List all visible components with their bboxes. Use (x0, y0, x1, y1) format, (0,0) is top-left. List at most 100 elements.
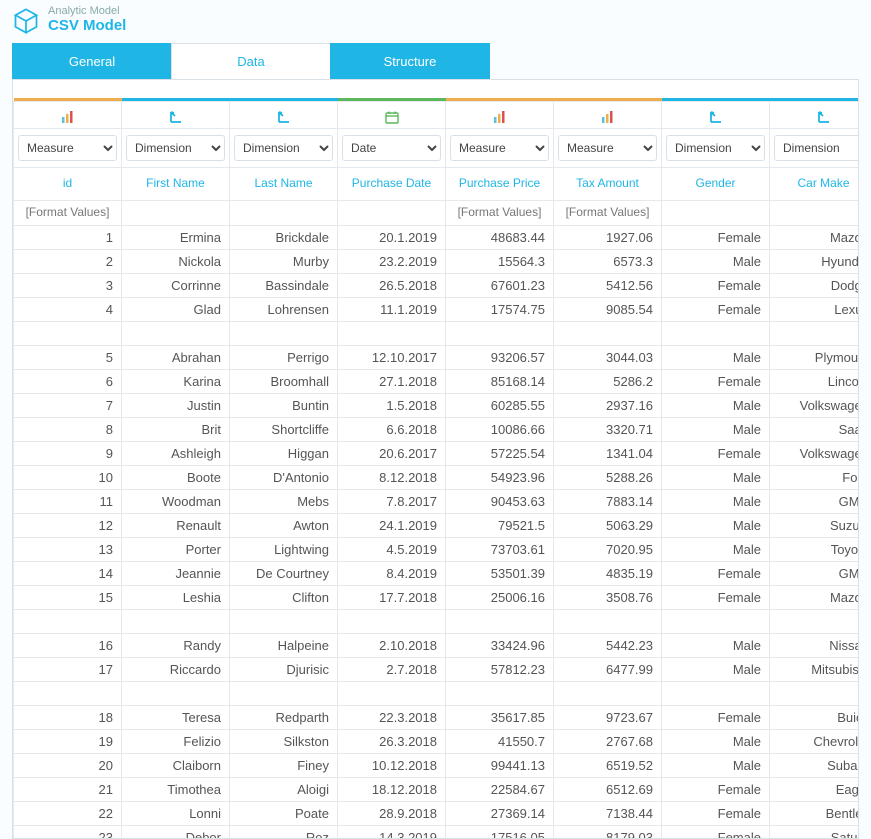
column-name[interactable]: Car Make (770, 168, 860, 201)
cell: 9723.67 (554, 706, 662, 730)
cell: Female (662, 778, 770, 802)
cell: Volkswagen (770, 394, 860, 418)
table-row[interactable]: 10BooteD'Antonio8.12.201854923.965288.26… (14, 466, 860, 490)
tab-structure[interactable]: Structure (330, 43, 490, 79)
cell: 11.1.2019 (338, 298, 446, 322)
cell: Perrigo (230, 346, 338, 370)
table-row[interactable]: 18TeresaRedparth22.3.201835617.859723.67… (14, 706, 860, 730)
cell: 2 (14, 250, 122, 274)
format-values (770, 201, 860, 226)
model-subtitle: Analytic Model (48, 6, 126, 17)
column-type-select[interactable]: MeasureDimensionDate (774, 135, 859, 161)
cell: Female (662, 706, 770, 730)
cell: Aloigi (230, 778, 338, 802)
cell: Mazda (770, 226, 860, 250)
cell: 1927.06 (554, 226, 662, 250)
table-row[interactable]: 15LeshiaClifton17.7.201825006.163508.76F… (14, 586, 860, 610)
cell: Lincoln (770, 370, 860, 394)
cell: 7883.14 (554, 490, 662, 514)
table-row[interactable]: 19FelizioSilkston26.3.201841550.72767.68… (14, 730, 860, 754)
cell: 9 (14, 442, 122, 466)
cell: Higgan (230, 442, 338, 466)
cell: 14 (14, 562, 122, 586)
cell: Female (662, 370, 770, 394)
cell: 2937.16 (554, 394, 662, 418)
column-type-select[interactable]: MeasureDimensionDate (234, 135, 333, 161)
cell: 3508.76 (554, 586, 662, 610)
column-type-select[interactable]: MeasureDimensionDate (450, 135, 549, 161)
table-row[interactable]: 16RandyHalpeine2.10.201833424.965442.23M… (14, 634, 860, 658)
cell: Corrinne (122, 274, 230, 298)
cell: 20.6.2017 (338, 442, 446, 466)
cell: Male (662, 346, 770, 370)
column-name[interactable]: Last Name (230, 168, 338, 201)
cell: 10 (14, 466, 122, 490)
cell: 10086.66 (446, 418, 554, 442)
format-values[interactable]: [Format Values] (14, 201, 122, 226)
column-name[interactable]: Purchase Date (338, 168, 446, 201)
cell: Leshia (122, 586, 230, 610)
cell: Male (662, 538, 770, 562)
cell: 22584.67 (446, 778, 554, 802)
cell: 53501.39 (446, 562, 554, 586)
cell: Porter (122, 538, 230, 562)
cell: 17.7.2018 (338, 586, 446, 610)
column-type-select[interactable]: MeasureDimensionDate (342, 135, 441, 161)
column-type-select[interactable]: MeasureDimensionDate (558, 135, 657, 161)
cell: Male (662, 514, 770, 538)
table-row[interactable]: 20ClaibornFiney10.12.201899441.136519.52… (14, 754, 860, 778)
cell: Djurisic (230, 658, 338, 682)
format-values (662, 201, 770, 226)
date-icon (338, 102, 446, 129)
model-title: CSV Model (48, 17, 126, 35)
column-name[interactable]: id (14, 168, 122, 201)
column-name[interactable]: Tax Amount (554, 168, 662, 201)
cell: Hyundai (770, 250, 860, 274)
column-type-select[interactable]: MeasureDimensionDate (666, 135, 765, 161)
table-row[interactable]: 4GladLohrensen11.1.201917574.759085.54Fe… (14, 298, 860, 322)
table-row[interactable]: 2NickolaMurby23.2.201915564.36573.3MaleH… (14, 250, 860, 274)
table-row[interactable]: 12RenaultAwton24.1.201979521.55063.29Mal… (14, 514, 860, 538)
table-row[interactable]: 11WoodmanMebs7.8.201790453.637883.14Male… (14, 490, 860, 514)
cell: Randy (122, 634, 230, 658)
format-values (230, 201, 338, 226)
tab-data[interactable]: Data (171, 43, 331, 79)
table-row[interactable]: 5AbrahanPerrigo12.10.201793206.573044.03… (14, 346, 860, 370)
column-name[interactable]: First Name (122, 168, 230, 201)
cell: 22 (14, 802, 122, 826)
tab-general[interactable]: General (12, 43, 172, 79)
cell: Awton (230, 514, 338, 538)
table-row[interactable]: 14JeannieDe Courtney8.4.201953501.394835… (14, 562, 860, 586)
cell: 41550.7 (446, 730, 554, 754)
cell: 1 (14, 226, 122, 250)
cell: 15 (14, 586, 122, 610)
table-row[interactable]: 1ErminaBrickdale20.1.201948683.441927.06… (14, 226, 860, 250)
cell: 54923.96 (446, 466, 554, 490)
cell: 22.3.2018 (338, 706, 446, 730)
table-row[interactable]: 9AshleighHiggan20.6.201757225.541341.04F… (14, 442, 860, 466)
table-row[interactable]: 17RiccardoDjurisic2.7.201857812.236477.9… (14, 658, 860, 682)
table-row[interactable]: 22LonniPoate28.9.201827369.147138.44Fema… (14, 802, 860, 826)
format-values[interactable]: [Format Values] (554, 201, 662, 226)
cell: 6573.3 (554, 250, 662, 274)
table-row[interactable]: 13PorterLightwing4.5.201973703.617020.95… (14, 538, 860, 562)
table-row[interactable]: 3CorrinneBassindale26.5.201867601.235412… (14, 274, 860, 298)
cell: 35617.85 (446, 706, 554, 730)
column-name[interactable]: Purchase Price (446, 168, 554, 201)
table-row[interactable]: 8BritShortcliffe6.6.201810086.663320.71M… (14, 418, 860, 442)
column-name[interactable]: Gender (662, 168, 770, 201)
cell: Bentley (770, 802, 860, 826)
cell: Bassindale (230, 274, 338, 298)
table-row[interactable]: 6KarinaBroomhall27.1.201885168.145286.2F… (14, 370, 860, 394)
cell: 5442.23 (554, 634, 662, 658)
cell: 24.1.2019 (338, 514, 446, 538)
table-row[interactable]: 21TimotheaAloigi18.12.201822584.676512.6… (14, 778, 860, 802)
column-type-select[interactable]: MeasureDimensionDate (126, 135, 225, 161)
cell: 5063.29 (554, 514, 662, 538)
column-type-select[interactable]: MeasureDimensionDate (18, 135, 117, 161)
cell: 20 (14, 754, 122, 778)
format-values[interactable]: [Format Values] (446, 201, 554, 226)
cell: Mazda (770, 586, 860, 610)
table-row[interactable]: 7JustinBuntin1.5.201860285.552937.16Male… (14, 394, 860, 418)
table-row[interactable]: 23DeborRoz14.3.201917516.058179.03Female… (14, 826, 860, 839)
